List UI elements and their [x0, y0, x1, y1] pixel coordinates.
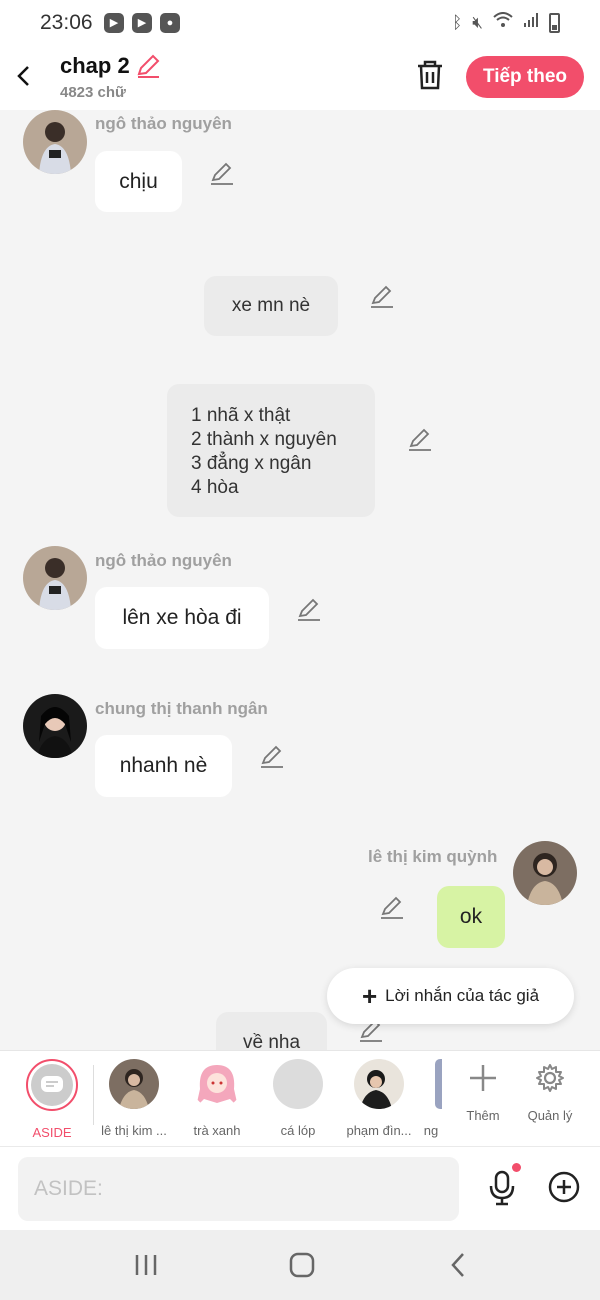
avatar[interactable]	[23, 110, 87, 174]
avatar	[192, 1059, 242, 1109]
edit-message-button[interactable]	[296, 597, 322, 623]
message-bubble[interactable]: lên xe hòa đi	[95, 587, 269, 649]
voice-button[interactable]	[486, 1169, 518, 1207]
pencil-icon	[137, 54, 160, 78]
avatar[interactable]	[23, 694, 87, 758]
author-note-label: Lời nhắn của tác giả	[385, 986, 540, 1005]
input-bar	[0, 1146, 600, 1230]
sender-name: chung thị thanh ngân	[95, 699, 268, 718]
chevron-left-icon	[451, 1253, 464, 1277]
plus-icon	[470, 1065, 496, 1091]
character-label: cá lóp	[280, 1123, 316, 1138]
back-button[interactable]	[8, 58, 38, 94]
character-item[interactable]: phạm đìn...	[339, 1059, 419, 1138]
pencil-icon	[409, 428, 431, 451]
character-item[interactable]: lê thị kim ...	[94, 1059, 174, 1138]
sender-name: ngô thảo nguyên	[95, 114, 232, 133]
microphone-icon	[489, 1170, 515, 1206]
avatar	[109, 1059, 159, 1109]
edit-message-button[interactable]	[379, 895, 405, 921]
recents-icon	[135, 1255, 157, 1275]
camera-icon: ●	[160, 13, 180, 33]
home-icon	[289, 1252, 315, 1278]
signal-icon	[523, 12, 539, 33]
notification-dot	[512, 1163, 521, 1172]
sender-name: ngô thảo nguyên	[95, 551, 232, 570]
pencil-icon	[261, 745, 283, 768]
chapter-header: chap 2 4823 chữ Tiếp theo	[0, 46, 600, 110]
recents-button[interactable]	[126, 1250, 166, 1280]
avatar	[354, 1059, 404, 1109]
author-note-button[interactable]: + Lời nhắn của tác giả	[327, 968, 574, 1024]
edit-message-button[interactable]	[369, 284, 395, 310]
mute-icon: 🔇︎	[472, 12, 483, 32]
pencil-icon	[381, 896, 403, 919]
character-label: lê thị kim ...	[101, 1123, 167, 1138]
my-message-bubble[interactable]: ok	[437, 886, 505, 948]
pencil-icon	[371, 285, 393, 308]
status-time: 23:06	[40, 11, 93, 34]
aside-bubble[interactable]: về nha	[216, 1012, 327, 1050]
character-item[interactable]: trà xanh	[177, 1059, 257, 1138]
wifi-icon	[493, 12, 513, 33]
sender-name: lê thị kim quỳnh	[368, 847, 498, 866]
edit-message-button[interactable]	[259, 744, 285, 770]
aside-line: 4 hòa	[191, 477, 239, 498]
avatar[interactable]	[23, 546, 87, 610]
next-chapter-button[interactable]: Tiếp theo	[466, 56, 584, 98]
trash-icon	[418, 60, 442, 90]
delete-button[interactable]	[414, 58, 446, 94]
aside-bubble[interactable]: 1 nhã x thật 2 thành x nguyên 3 đẳng x n…	[167, 384, 375, 517]
avatar[interactable]	[513, 841, 577, 905]
chapter-title: chap 2	[60, 53, 130, 78]
status-bar: 23:06 ▶ ▶ ● ᛒ 🔇︎	[0, 0, 600, 46]
edit-message-button[interactable]	[209, 161, 235, 187]
add-character-button[interactable]: Thêm	[453, 1063, 513, 1123]
character-label: trà xanh	[193, 1123, 241, 1138]
message-input[interactable]	[18, 1157, 459, 1221]
character-item[interactable]: ng	[420, 1059, 442, 1138]
message-bubble[interactable]: nhanh nè	[95, 735, 232, 797]
character-aside[interactable]: ASIDE	[12, 1059, 92, 1140]
edit-message-button[interactable]	[407, 427, 433, 453]
status-icons: ᛒ 🔇︎	[452, 12, 560, 33]
add-label: Thêm	[466, 1108, 500, 1123]
system-nav-bar	[0, 1230, 600, 1300]
home-button[interactable]	[282, 1250, 322, 1280]
pencil-icon	[211, 162, 233, 185]
avatar-placeholder	[273, 1059, 323, 1109]
character-label: ng	[423, 1123, 439, 1138]
pencil-icon	[298, 598, 320, 621]
gear-icon	[536, 1064, 564, 1092]
word-count: 4823 chữ	[60, 84, 126, 101]
manage-button[interactable]: Quản lý	[520, 1063, 580, 1123]
plus-icon: +	[361, 981, 378, 1011]
chat-area[interactable]: ngô thảo nguyên chịu xe mn nè 1 nhã x th…	[0, 110, 600, 1050]
character-label: phạm đìn...	[346, 1123, 412, 1138]
aside-line: 1 nhã x thật	[191, 405, 291, 426]
chat-bubble-icon	[41, 1076, 63, 1092]
aside-line: 2 thành x nguyên	[191, 429, 337, 450]
character-label: ASIDE	[32, 1125, 72, 1140]
bluetooth-icon: ᛒ	[452, 12, 463, 32]
aside-avatar	[26, 1059, 78, 1111]
character-item[interactable]: cá lóp	[258, 1059, 338, 1138]
add-media-button[interactable]	[548, 1171, 580, 1203]
youtube-icon: ▶	[104, 13, 124, 33]
youtube-icon: ▶	[132, 13, 152, 33]
battery-icon	[549, 12, 560, 33]
chevron-left-icon	[17, 66, 29, 86]
avatar	[435, 1059, 442, 1109]
message-bubble[interactable]: chịu	[95, 151, 182, 212]
aside-bubble[interactable]: xe mn nè	[204, 276, 338, 336]
character-bar: ASIDE lê thị kim ... trà xanh cá lóp phạ…	[0, 1050, 600, 1146]
plus-circle-icon	[548, 1171, 580, 1203]
edit-title-button[interactable]	[135, 53, 161, 79]
system-back-button[interactable]	[438, 1250, 478, 1280]
manage-label: Quản lý	[527, 1108, 573, 1123]
aside-line: 3 đẳng x ngân	[191, 453, 312, 474]
